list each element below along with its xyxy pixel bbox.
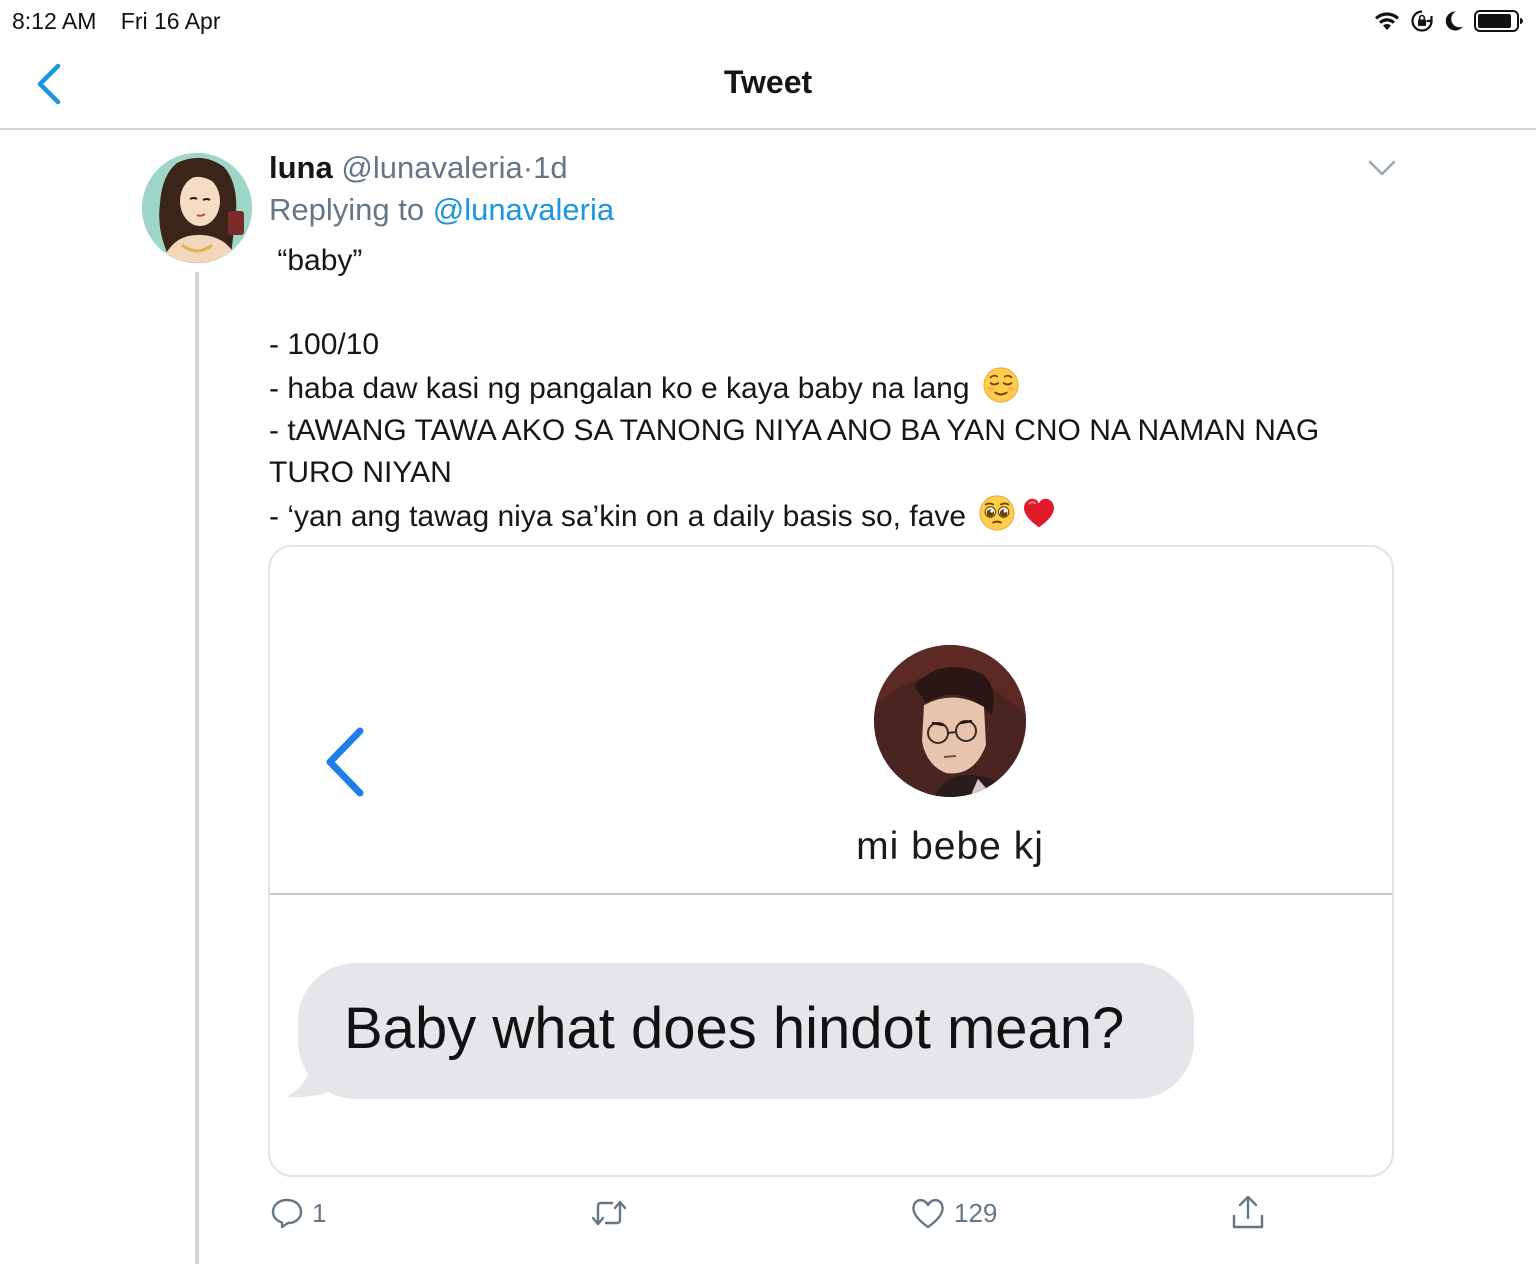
tweet-line-with-emoji: - ‘yan ang tawag niya sa’kin on a daily … [269,494,1389,538]
display-name[interactable]: luna [269,150,333,185]
heart-icon [912,1198,944,1229]
status-time: 8:12 AM [12,8,97,34]
replying-to-handle[interactable]: @lunavaleria [433,192,614,227]
reply-button[interactable]: 1 [270,1190,326,1236]
nav-bar: Tweet [0,42,1536,130]
tweet-line: - ‘yan ang tawag niya sa’kin on a daily … [269,500,967,533]
status-bar: 8:12 AM Fri 16 Apr [0,0,1536,42]
tweet-text: “baby” - 100/10 - haba daw kasi ng panga… [269,240,1389,538]
reply-count: 1 [312,1197,327,1228]
header-separator: · [522,150,534,185]
tweet-line-with-emoji: - haba daw kasi ng pangalan ko e kaya ba… [269,366,1389,410]
tweet-line-blank [269,282,1389,324]
message-text: Baby what does hindot mean? [344,996,1125,1061]
like-count: 129 [954,1197,998,1228]
replying-to: Replying to @lunavaleria [269,190,614,230]
tweet-line: - 100/10 [269,328,380,361]
tweet-timestamp[interactable]: 1d [533,150,567,185]
retweet-button[interactable] [590,1190,636,1236]
moon-icon [1445,11,1463,31]
reply-icon [271,1198,303,1229]
share-icon [1232,1195,1264,1229]
status-icons [1374,8,1524,34]
tweet-action-bar: 1 129 [0,1190,1536,1240]
chevron-left-icon [326,727,364,797]
tweet-options-button[interactable] [1366,156,1398,180]
relieved-face-emoji [983,367,1019,403]
red-heart-emoji [1024,498,1055,528]
battery-icon [1474,10,1523,32]
replying-to-label: Replying to [269,192,425,227]
tweet-line: - haba daw kasi ng pangalan ko e kaya ba… [269,372,970,405]
user-handle[interactable]: @lunavaleria [341,150,522,185]
thread-line [195,272,199,1264]
pleading-face-emoji [979,495,1015,531]
tweet-line: “baby” [269,244,363,277]
page-title: Tweet [723,64,813,100]
contact-name: mi bebe kj [856,825,1044,868]
contact-avatar [874,645,1026,797]
status-date: Fri 16 Apr [120,8,221,34]
tweet-header: luna @lunavaleria·1d [269,148,568,188]
like-button[interactable]: 129 [910,1190,997,1236]
rotation-lock-icon [1411,10,1433,32]
share-button[interactable] [1230,1190,1266,1236]
imessage-header-divider [270,893,1392,895]
tweet-line: - tAWANG TAWA AKO SA TANONG NIYA ANO BA … [269,414,1328,489]
wifi-icon [1375,12,1399,30]
retweet-icon [591,1200,627,1226]
imessage-back-chevron [320,725,368,799]
user-avatar[interactable] [142,153,252,263]
tweet-media-image[interactable]: mi bebe kj Baby what does hindot mean? [268,545,1394,1177]
chevron-down-icon [1368,160,1396,176]
status-time-date: 8:12 AM Fri 16 Apr [12,8,239,35]
